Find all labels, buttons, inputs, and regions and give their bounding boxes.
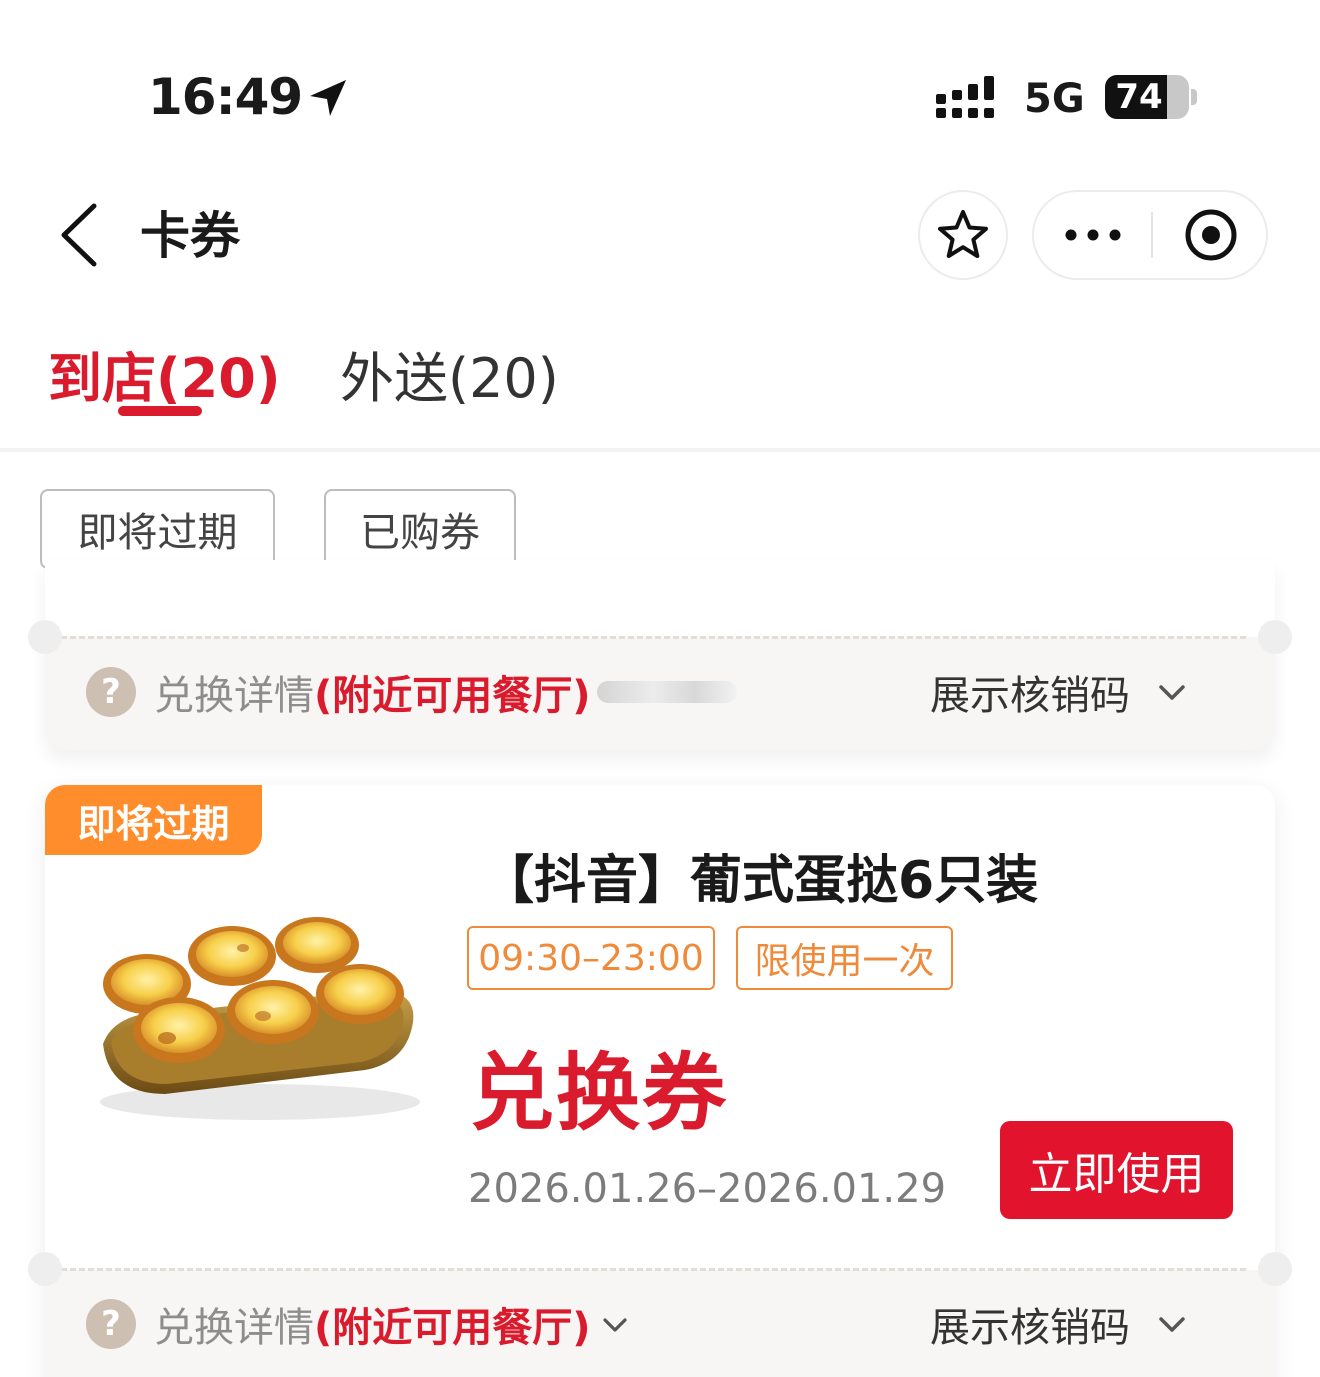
egg-tart-product-image [100,917,420,1120]
tab-delivery[interactable]: 外送(20) [340,334,559,413]
close-mini-program-button[interactable] [1154,192,1268,278]
battery-icon: 74 [1105,75,1189,119]
validity-period: 2026.01.26–2026.01.29 [468,1166,947,1212]
active-tab-indicator [118,406,202,416]
filter-expiring-soon[interactable]: 即将过期 [40,489,275,569]
ticket-notch [1258,620,1292,654]
show-redeem-code-button[interactable]: 展示核销码 [930,663,1130,721]
mini-program-capsule [1032,190,1268,280]
chevron-down-icon[interactable] [601,1310,629,1338]
nearby-restaurants-link[interactable]: (附近可用餐厅) [314,663,591,721]
battery-level: 74 [1115,77,1163,117]
ticket-notch [28,620,62,654]
network-type: 5G [1024,76,1085,122]
coupon-title: 【抖音】葡式蛋挞6只装 [482,851,1039,911]
blurred-text [596,681,737,703]
capsule-divider [1151,212,1153,258]
tab-dine-in[interactable]: 到店(20) [48,334,281,413]
target-circle-icon [1185,209,1237,261]
coupon-type: 兑换券 [470,1044,729,1142]
more-button[interactable] [1034,192,1152,278]
single-use-tag: 限使用一次 [736,926,953,990]
details-label: 兑换详情 [154,673,314,719]
signal-icon [936,76,994,118]
coupon-page: 16:49 5G 74 卡券 到店(20) 外送(20) 即将过期 已购券 ? … [0,0,1320,1377]
dashed-separator [52,1268,1246,1271]
dashed-separator [52,636,1246,639]
expiring-soon-badge: 即将过期 [45,785,262,855]
details-label: 兑换详情 [154,1305,314,1351]
status-time: 16:49 [148,68,303,126]
show-redeem-code-button[interactable]: 展示核销码 [930,1295,1130,1353]
chevron-left-icon[interactable] [56,200,102,270]
battery-tip [1191,89,1197,105]
divider [0,448,1320,452]
location-arrow-icon [310,80,346,116]
coupon-details-row[interactable]: ? 兑换详情 (附近可用餐厅) 展示核销码 [86,1294,1236,1354]
use-now-button[interactable]: 立即使用 [1000,1121,1233,1219]
page-title: 卡券 [140,207,240,265]
coupon-card-body [45,560,1275,637]
ticket-notch [1258,1252,1292,1286]
question-icon: ? [86,667,136,717]
question-icon: ? [86,1299,136,1349]
nearby-restaurants-link[interactable]: (附近可用餐厅) [314,1295,591,1353]
star-outline-icon [938,210,988,258]
chevron-down-icon[interactable] [1156,1308,1188,1340]
filter-purchased[interactable]: 已购券 [324,489,516,569]
ticket-notch [28,1252,62,1286]
available-hours-tag: 09:30–23:00 [467,926,715,990]
coupon-details-row[interactable]: ? 兑换详情 (附近可用餐厅) 展示核销码 [86,662,1236,722]
chevron-down-icon[interactable] [1156,676,1188,708]
more-dots-icon [1065,229,1121,241]
favorite-button[interactable] [918,190,1008,280]
